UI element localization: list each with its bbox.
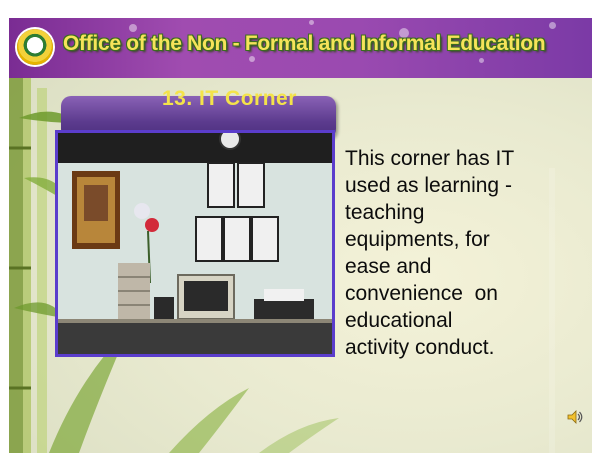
description-line: This corner has IT [345, 147, 515, 170]
header-banner: Office of the Non - Formal and Informal … [9, 18, 592, 78]
description-line: ease and [345, 255, 432, 278]
description-line: teaching [345, 201, 425, 224]
section-title: 13. IT Corner [162, 87, 297, 110]
organization-title: Office of the Non - Formal and Informal … [63, 32, 546, 55]
description-line: educational [345, 309, 453, 332]
description-line: activity conduct. [345, 336, 495, 359]
photo-illustration [58, 133, 332, 354]
description-line: used as learning - [345, 174, 512, 197]
ministry-seal-icon [17, 29, 53, 65]
it-corner-photo [55, 130, 335, 357]
speaker-icon[interactable] [567, 410, 583, 424]
description-line: equipments, for [345, 228, 490, 251]
description-line: convenience on [345, 282, 498, 305]
description-text: This corner has IT used as learning - te… [345, 145, 585, 361]
